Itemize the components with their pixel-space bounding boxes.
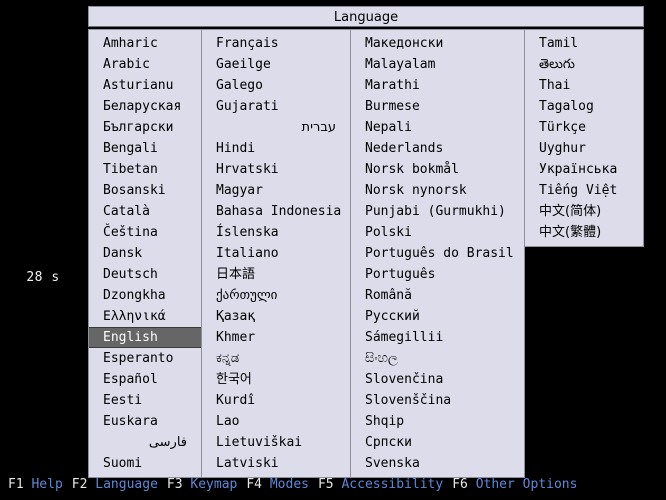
function-key-bar: F1 Help F2 Language F3 Keymap F4 Modes F5 Ac… [0, 474, 666, 496]
language-item[interactable]: Català [89, 201, 201, 222]
language-item[interactable]: Marathi [351, 75, 524, 96]
language-column-3: Македонски Malayalam Marathi Burmese Nepali N… [350, 29, 525, 478]
language-item[interactable]: Thai [525, 75, 643, 96]
language-item[interactable]: Kurdî [202, 390, 350, 411]
function-key-f5[interactable]: F5 [318, 477, 334, 492]
function-label-accessibility[interactable]: Accessibility [341, 477, 443, 492]
language-item[interactable]: Euskara [89, 411, 201, 432]
language-item[interactable]: Español [89, 369, 201, 390]
language-item[interactable]: Íslenska [202, 222, 350, 243]
language-item[interactable]: Italiano [202, 243, 350, 264]
language-item[interactable]: Bahasa Indonesia [202, 201, 350, 222]
function-key-f3[interactable]: F3 [167, 477, 183, 492]
language-item[interactable]: Bengali [89, 138, 201, 159]
language-item[interactable]: Sámegillii [351, 327, 524, 348]
language-item-selected[interactable]: English [89, 327, 201, 348]
language-item[interactable]: 中文(繁體) [525, 222, 643, 243]
language-item[interactable]: Slovenčina [351, 369, 524, 390]
language-item[interactable]: Македонски [351, 33, 524, 54]
language-item[interactable]: Bosanski [89, 180, 201, 201]
language-item[interactable]: 한국어 [202, 369, 350, 390]
language-item[interactable]: Suomi [89, 453, 201, 474]
language-item[interactable]: Română [351, 285, 524, 306]
language-item[interactable]: Русский [351, 306, 524, 327]
language-item[interactable]: Arabic [89, 54, 201, 75]
language-item[interactable]: ქართული [202, 285, 350, 306]
language-columns: Amharic Arabic Asturianu Беларуская Българск… [88, 29, 644, 478]
language-item[interactable]: Português [351, 264, 524, 285]
countdown-timer: 28 s [26, 270, 60, 285]
language-item[interactable]: Khmer [202, 327, 350, 348]
language-item[interactable]: Esperanto [89, 348, 201, 369]
language-item[interactable]: Latviski [202, 453, 350, 474]
function-label-language[interactable]: Language [95, 477, 158, 492]
function-key-f1[interactable]: F1 [8, 477, 24, 492]
language-item[interactable]: Português do Brasil [351, 243, 524, 264]
function-key-f4[interactable]: F4 [246, 477, 262, 492]
language-item[interactable]: తెలుగు [525, 54, 643, 75]
language-item[interactable]: Norsk bokmål [351, 159, 524, 180]
language-dialog: Language Amharic Arabic Asturianu Беларуска… [88, 6, 644, 478]
language-item[interactable]: Nepali [351, 117, 524, 138]
function-label-help[interactable]: Help [31, 477, 62, 492]
language-item[interactable]: Hindi [202, 138, 350, 159]
language-item[interactable]: Беларуская [89, 96, 201, 117]
language-item[interactable]: Shqip [351, 411, 524, 432]
language-item[interactable]: Français [202, 33, 350, 54]
language-item[interactable]: Tamil [525, 33, 643, 54]
language-item[interactable]: Punjabi (Gurmukhi) [351, 201, 524, 222]
installer-screen: 28 s Language Amharic Arabic Asturianu Бела… [0, 0, 666, 500]
language-item[interactable]: Tiếng Việt [525, 180, 643, 201]
language-item[interactable]: Amharic [89, 33, 201, 54]
language-item[interactable]: Türkçe [525, 117, 643, 138]
language-item[interactable]: Lao [202, 411, 350, 432]
language-item[interactable]: Български [89, 117, 201, 138]
language-column-2: Français Gaeilge Galego Gujarati עברית Hindi H… [201, 29, 351, 478]
language-item[interactable]: 日本語 [202, 264, 350, 285]
function-key-f2[interactable]: F2 [72, 477, 88, 492]
language-item[interactable]: Қазақ [202, 306, 350, 327]
language-item[interactable]: ಕನ್ನಡ [202, 348, 350, 369]
language-column-4: Tamil తెలుగు Thai Tagalog Türkçe Uyghur Україн… [524, 29, 644, 247]
language-item[interactable]: Uyghur [525, 138, 643, 159]
function-key-f6[interactable]: F6 [452, 477, 468, 492]
language-item[interactable]: Ελληνικά [89, 306, 201, 327]
language-item[interactable]: עברית [202, 117, 350, 138]
function-label-keymap[interactable]: Keymap [190, 477, 237, 492]
language-item[interactable]: සිංහල [351, 348, 524, 369]
language-item[interactable]: Dzongkha [89, 285, 201, 306]
language-item[interactable]: Polski [351, 222, 524, 243]
language-item[interactable]: Nederlands [351, 138, 524, 159]
language-column-1: Amharic Arabic Asturianu Беларуская Българск… [88, 29, 202, 478]
language-item[interactable]: Svenska [351, 453, 524, 474]
language-item[interactable]: Lietuviškai [202, 432, 350, 453]
language-item[interactable]: Asturianu [89, 75, 201, 96]
language-item[interactable]: Hrvatski [202, 159, 350, 180]
language-item[interactable]: Tibetan [89, 159, 201, 180]
language-item[interactable]: Српски [351, 432, 524, 453]
language-item[interactable]: Norsk nynorsk [351, 180, 524, 201]
language-item[interactable]: Magyar [202, 180, 350, 201]
language-item[interactable]: Čeština [89, 222, 201, 243]
language-item[interactable]: 中文(简体) [525, 201, 643, 222]
language-item[interactable]: Slovenščina [351, 390, 524, 411]
language-item[interactable]: Eesti [89, 390, 201, 411]
language-item[interactable]: Galego [202, 75, 350, 96]
language-item[interactable]: Gaeilge [202, 54, 350, 75]
function-label-modes[interactable]: Modes [270, 477, 309, 492]
language-item[interactable]: Deutsch [89, 264, 201, 285]
function-label-other-options[interactable]: Other Options [476, 477, 578, 492]
language-item[interactable]: Українська [525, 159, 643, 180]
language-item[interactable]: فارسی [89, 432, 201, 453]
dialog-title: Language [88, 6, 644, 27]
language-item[interactable]: Burmese [351, 96, 524, 117]
language-item[interactable]: Malayalam [351, 54, 524, 75]
language-item[interactable]: Tagalog [525, 96, 643, 117]
language-item[interactable]: Gujarati [202, 96, 350, 117]
language-item[interactable]: Dansk [89, 243, 201, 264]
